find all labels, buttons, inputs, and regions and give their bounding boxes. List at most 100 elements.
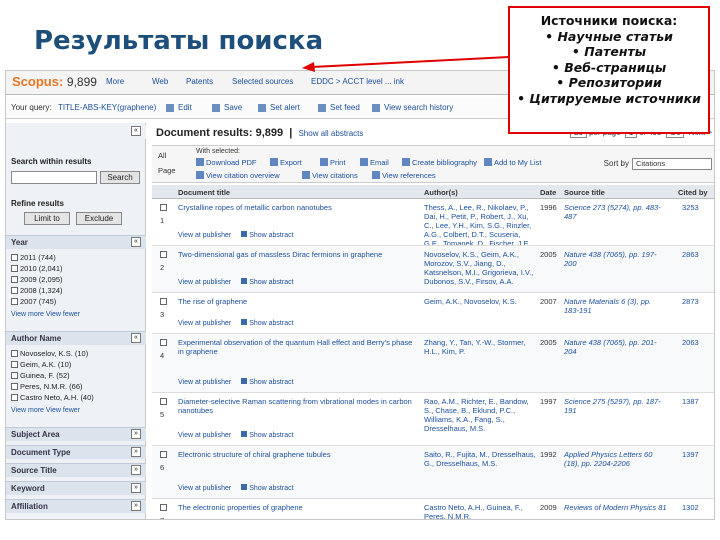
result-authors[interactable]: Geim, A.K., Novoselov, K.S. xyxy=(424,297,536,333)
view-at-publisher-link[interactable]: View at publisher xyxy=(178,279,231,286)
facet-keyword-header[interactable]: Keyword» xyxy=(6,481,146,495)
view-at-publisher-link[interactable]: View at publisher xyxy=(178,320,231,327)
col-title[interactable]: Document title xyxy=(178,188,230,197)
bibliography-button[interactable]: Create bibliography xyxy=(402,158,477,167)
facet-author-item[interactable]: Peres, N.M.R. (66) xyxy=(11,382,83,391)
print-button[interactable]: Print xyxy=(320,158,345,167)
add-to-list-button[interactable]: Add to My List xyxy=(484,158,542,167)
result-authors[interactable]: Saito, R., Fujita, M., Dresselhaus, G., … xyxy=(424,450,536,498)
facet-year-item[interactable]: 2011 (744) xyxy=(11,253,56,262)
set-feed-link[interactable]: Set feed xyxy=(330,103,360,112)
facet-affiliation-header[interactable]: Affiliation» xyxy=(6,499,146,513)
view-at-publisher-link[interactable]: View at publisher xyxy=(178,232,231,239)
year-view-more-link[interactable]: View more View fewer xyxy=(11,311,80,318)
result-cited-by[interactable]: 2063 xyxy=(682,338,699,347)
view-at-publisher-link[interactable]: View at publisher xyxy=(178,485,231,492)
result-checkbox[interactable] xyxy=(160,204,167,211)
tab-custom-link[interactable]: EDDC > ACCT level ... ink xyxy=(311,77,404,86)
result-cited-by[interactable]: 2873 xyxy=(682,297,699,306)
result-source[interactable]: Science 275 (5297), pp. 187-191 xyxy=(564,397,668,415)
facet-doctype-header[interactable]: Document Type» xyxy=(6,445,146,459)
result-checkbox[interactable] xyxy=(160,251,167,258)
result-source[interactable]: Nature 438 (7065), pp. 197-200 xyxy=(564,250,668,268)
facet-author-item[interactable]: Novoselov, K.S. (10) xyxy=(11,349,88,358)
col-date[interactable]: Date xyxy=(540,188,556,197)
view-references-button[interactable]: View references xyxy=(372,171,436,180)
tab-patents[interactable]: Patents xyxy=(186,77,213,86)
result-cited-by[interactable]: 1387 xyxy=(682,397,699,406)
result-authors[interactable]: Castro Neto, A.H., Guinea, F., Peres, N.… xyxy=(424,503,536,519)
result-cited-by[interactable]: 3253 xyxy=(682,203,699,212)
result-source[interactable]: Applied Physics Letters 60 (18), pp. 220… xyxy=(564,450,668,468)
result-source[interactable]: Nature Materials 6 (3), pp. 183-191 xyxy=(564,297,668,315)
tab-scopus[interactable]: Scopus: 9,899 xyxy=(12,74,97,89)
save-query-link[interactable]: Save xyxy=(224,103,242,112)
facet-source-header[interactable]: Source Title» xyxy=(6,463,146,477)
result-source[interactable]: Science 273 (5274), pp. 483-487 xyxy=(564,203,668,221)
facet-year-item[interactable]: 2007 (745) xyxy=(11,297,56,306)
result-cited-by[interactable]: 1397 xyxy=(682,450,699,459)
result-checkbox[interactable] xyxy=(160,398,167,405)
search-within-input[interactable] xyxy=(11,171,97,184)
result-checkbox[interactable] xyxy=(160,451,167,458)
show-abstract-link[interactable]: Show abstract xyxy=(241,320,293,327)
citation-overview-button[interactable]: View citation overview xyxy=(196,171,280,180)
tab-selected-sources[interactable]: Selected sources xyxy=(232,77,293,86)
select-page-option[interactable]: Page xyxy=(158,166,176,175)
result-authors[interactable]: Thess, A., Lee, R., Nikolaev, P., Dai, H… xyxy=(424,203,536,245)
result-title-link[interactable]: The electronic properties of graphene xyxy=(178,503,418,512)
show-abstract-link[interactable]: Show abstract xyxy=(241,279,293,286)
show-abstract-link[interactable]: Show abstract xyxy=(241,232,293,239)
view-citations-button[interactable]: View citations xyxy=(302,171,358,180)
show-abstract-link[interactable]: Show abstract xyxy=(241,379,293,386)
facet-author-item[interactable]: Castro Neto, A.H. (40) xyxy=(11,393,94,402)
author-view-more-link[interactable]: View more View fewer xyxy=(11,407,80,414)
limit-to-button[interactable]: Limit to xyxy=(24,212,70,225)
col-authors[interactable]: Author(s) xyxy=(424,188,458,197)
result-checkbox[interactable] xyxy=(160,298,167,305)
result-source[interactable]: Reviews of Modern Physics 81 xyxy=(564,503,668,512)
email-button[interactable]: Email xyxy=(360,158,389,167)
result-cited-by[interactable]: 2863 xyxy=(682,250,699,259)
facet-subject-header[interactable]: Subject Area» xyxy=(6,427,146,441)
facet-year-item[interactable]: 2009 (2,095) xyxy=(11,275,63,284)
facet-year-item[interactable]: 2010 (2,041) xyxy=(11,264,63,273)
result-title-link[interactable]: Two-dimensional gas of massless Dirac fe… xyxy=(178,250,418,259)
search-history-link[interactable]: View search history xyxy=(384,103,453,112)
result-checkbox[interactable] xyxy=(160,504,167,511)
result-source[interactable]: Nature 438 (7065), pp. 201-204 xyxy=(564,338,668,356)
facet-author-item[interactable]: Geim, A.K. (10) xyxy=(11,360,71,369)
col-source[interactable]: Source title xyxy=(564,188,605,197)
tab-more[interactable]: More xyxy=(106,77,124,86)
sort-select[interactable]: Citations xyxy=(632,158,712,170)
show-abstract-link[interactable]: Show abstract xyxy=(241,485,293,492)
result-checkbox[interactable] xyxy=(160,339,167,346)
result-cited-by[interactable]: 1302 xyxy=(682,503,699,512)
result-title-link[interactable]: The rise of graphene xyxy=(178,297,418,306)
view-at-publisher-link[interactable]: View at publisher xyxy=(178,432,231,439)
result-title-link[interactable]: Electronic structure of chiral graphene … xyxy=(178,450,418,459)
show-abstracts-link[interactable]: Show all abstracts xyxy=(298,129,363,138)
search-within-button[interactable]: Search xyxy=(100,171,140,184)
select-all-option[interactable]: All xyxy=(158,151,166,160)
export-button[interactable]: Export xyxy=(270,158,302,167)
result-authors[interactable]: Rao, A.M., Richter, E., Bandow, S., Chas… xyxy=(424,397,536,445)
show-abstract-link[interactable]: Show abstract xyxy=(241,432,293,439)
collapse-icon[interactable]: « xyxy=(131,126,141,136)
result-title-link[interactable]: Crystalline ropes of metallic carbon nan… xyxy=(178,203,418,212)
result-title-link[interactable]: Experimental observation of the quantum … xyxy=(178,338,418,356)
download-pdf-button[interactable]: Download PDF xyxy=(196,158,256,167)
col-cited[interactable]: Cited by xyxy=(678,188,708,197)
exclude-button[interactable]: Exclude xyxy=(76,212,122,225)
edit-query-link[interactable]: Edit xyxy=(178,103,192,112)
result-authors[interactable]: Zhang, Y., Tan, Y.-W., Stormer, H.L., Ki… xyxy=(424,338,536,392)
facet-year-item[interactable]: 2008 (1,324) xyxy=(11,286,63,295)
tab-web[interactable]: Web xyxy=(152,77,168,86)
result-title-link[interactable]: Diameter-selective Raman scattering from… xyxy=(178,397,418,415)
facet-year-header[interactable]: Year « xyxy=(6,235,146,249)
facet-author-header[interactable]: Author Name « xyxy=(6,331,146,345)
view-at-publisher-link[interactable]: View at publisher xyxy=(178,379,231,386)
facet-author-item[interactable]: Guinea, F. (52) xyxy=(11,371,70,380)
set-alert-link[interactable]: Set alert xyxy=(270,103,300,112)
result-authors[interactable]: Novoselov, K.S., Geim, A.K., Morozov, S.… xyxy=(424,250,536,292)
